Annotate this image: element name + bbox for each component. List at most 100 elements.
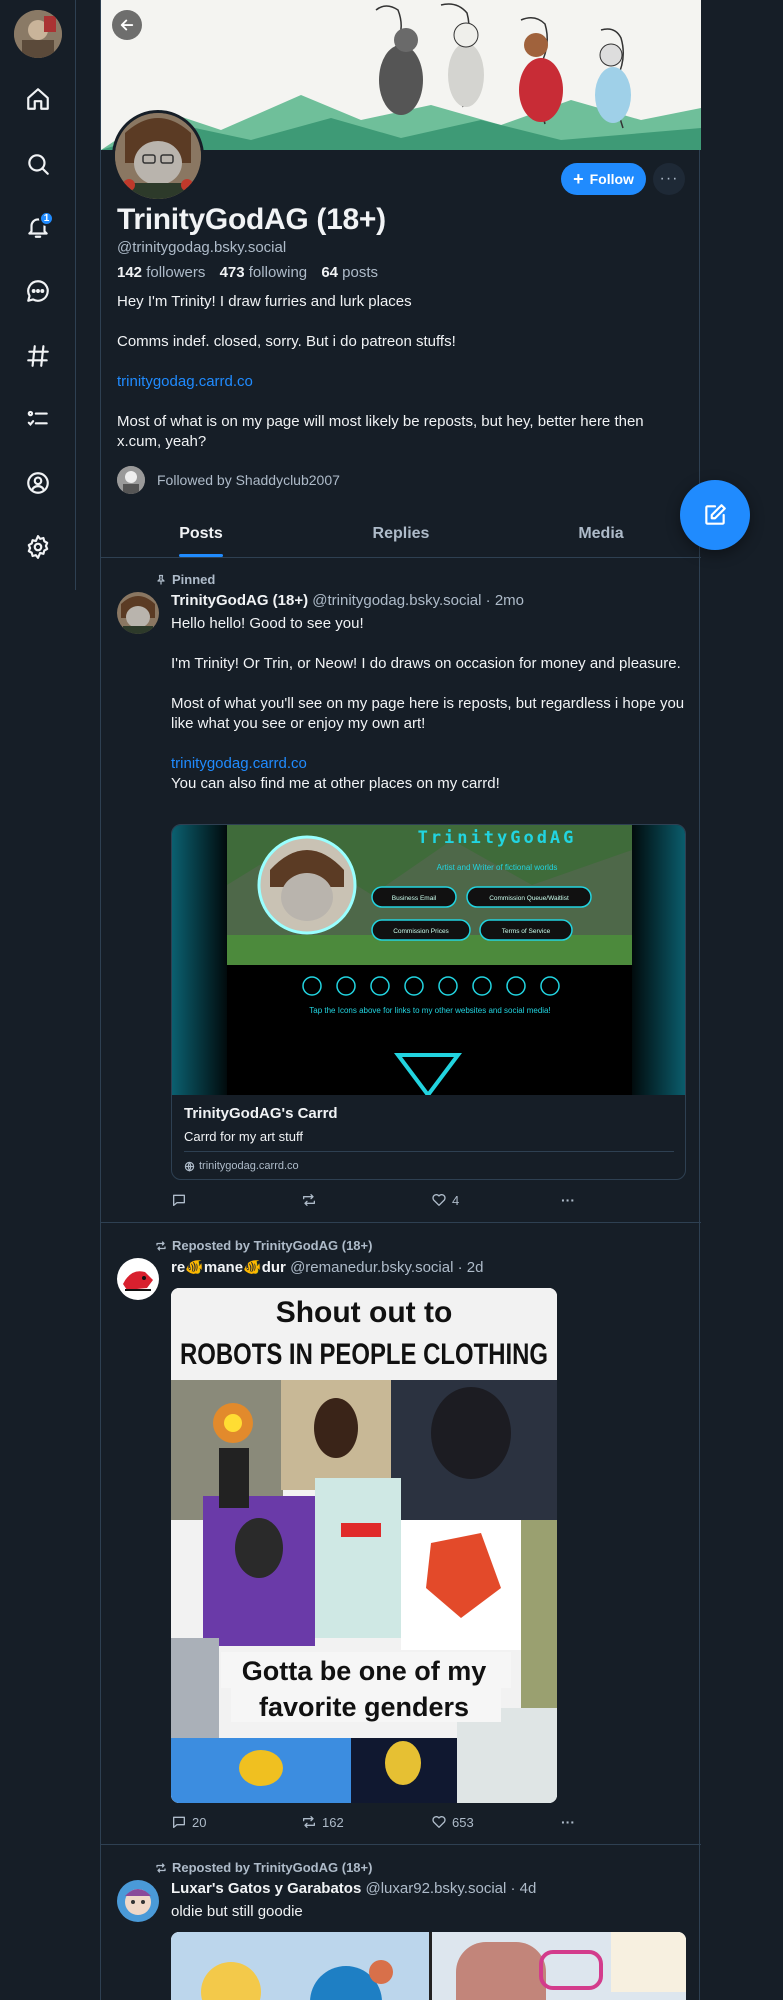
list-icon[interactable] [22,403,54,435]
post-author-avatar[interactable] [117,592,159,634]
carrd-button-label: Business Email [392,895,437,902]
home-icon[interactable] [22,83,54,115]
profile-more-button[interactable]: ··· [653,163,685,195]
reply-count: 20 [192,1814,207,1830]
pinned-label: Pinned [172,572,216,587]
profile-display-name: TrinityGodAG (18+) [117,203,386,236]
followers-link[interactable]: 142 followers [117,264,205,281]
post-author-name[interactable]: Luxar's Gatos y Garabatos [171,1880,361,1897]
image-caption-bottom: Gotta be one of my [242,1656,487,1686]
notifications-icon[interactable]: 1 [22,211,54,243]
repost-indicator[interactable]: Reposted by TrinityGodAG (18+) [155,1238,372,1253]
search-icon[interactable] [22,148,54,180]
back-button[interactable] [112,10,142,40]
tab-posts[interactable]: Posts [101,510,301,557]
more-options-icon: ··· [561,1814,575,1830]
post-paragraph: I'm Trinity! Or Trin, or Neow! I do draw… [171,655,681,672]
carrd-image-subtitle: Artist and Writer of fictional worlds [437,863,558,872]
post-author-name[interactable]: TrinityGodAG (18+) [171,592,308,609]
tab-replies[interactable]: Replies [301,510,501,557]
post-image[interactable] [171,1932,686,2000]
pin-icon [157,574,165,584]
link-card-description: Carrd for my art stuff [184,1129,303,1144]
like-button[interactable]: 653 [431,1814,561,1830]
left-sidebar: 1 [0,0,76,590]
carrd-image-title: TrinityGodAG [418,828,577,848]
posts-label: posts [342,264,379,281]
heart-icon [432,1816,446,1828]
compose-post-button[interactable] [680,480,750,550]
post-paragraph: oldie but still goodie [171,1903,303,1920]
post-more-button[interactable]: ··· [561,1192,575,1208]
followers-count: 142 [117,264,143,281]
link-preview-card[interactable]: TrinityGodAG Artist and Writer of fictio… [171,824,686,1180]
post-time[interactable]: · 4d [511,1880,537,1897]
post-author-handle[interactable]: @luxar92.bsky.social [365,1880,506,1897]
bio-line: Hey I'm Trinity! I draw furries and lurk… [117,293,412,310]
repost-icon [156,1240,166,1251]
following-link[interactable]: 473 following [220,264,308,281]
post-time[interactable]: · 2mo [486,592,524,609]
repost-button[interactable]: 162 [301,1814,431,1830]
carrd-button-label: Commission Queue/Waitlist [489,895,569,902]
image-caption-top: ROBOTS IN PEOPLE CLOTHING [180,1338,548,1371]
chat-icon[interactable] [22,275,54,307]
heart-icon [432,1194,446,1206]
post-author-handle[interactable]: @trinitygodag.bsky.social [312,592,481,609]
post-author-avatar[interactable] [117,1258,159,1300]
settings-icon[interactable] [22,531,54,563]
repost-icon [303,1816,315,1828]
post-paragraph: You can also find me at other places on … [171,775,500,792]
post-more-button[interactable]: ··· [561,1814,575,1830]
reply-icon [173,1194,185,1206]
followed-by-text: Followed by Shaddyclub2007 [157,472,340,488]
post-time[interactable]: · 2d [458,1259,484,1276]
post-divider [101,1222,701,1223]
hashtag-icon[interactable] [22,340,54,372]
bio-link[interactable]: trinitygodag.carrd.co [117,373,253,390]
globe-icon [184,1161,195,1172]
link-card-url-row: trinitygodag.carrd.co [184,1151,674,1172]
like-button[interactable]: 4 [431,1192,561,1208]
reply-button[interactable]: 20 [171,1814,301,1830]
carrd-tap-text: Tap the Icons above for links to my othe… [309,1006,550,1015]
reply-button[interactable] [171,1192,301,1208]
repost-icon [303,1194,315,1206]
post-header: Luxar's Gatos y Garabatos @luxar92.bsky.… [171,1880,536,1897]
followed-by-row[interactable]: Followed by Shaddyclub2007 [117,466,340,494]
image-caption-top: Shout out to [276,1296,453,1329]
tab-media[interactable]: Media [501,510,701,557]
post-body: Hello hello! Good to see you! I'm Trinit… [171,614,686,794]
following-count: 473 [219,264,245,281]
more-options-icon: ··· [561,1192,575,1208]
follow-button[interactable]: + Follow [561,163,646,195]
post-author-avatar[interactable] [117,1880,159,1922]
post-paragraph: Hello hello! Good to see you! [171,615,364,632]
post-paragraph: Most of what you'll see on my page here … [171,695,685,732]
post-author-name[interactable]: re🐠mane🐠dur [171,1259,286,1276]
link-preview-image: TrinityGodAG Artist and Writer of fictio… [172,825,685,1095]
profile-icon[interactable] [22,467,54,499]
carrd-button-label: Commission Prices [393,928,449,935]
post-link[interactable]: trinitygodag.carrd.co [171,755,307,772]
current-user-avatar[interactable] [14,10,62,58]
carrd-button-label: Terms of Service [502,928,551,935]
like-count: 4 [452,1192,460,1208]
arrow-left-icon [120,19,134,31]
posts-stat: 64 posts [321,264,378,281]
post-author-handle[interactable]: @remanedur.bsky.social [290,1259,453,1276]
bio-line: Comms indef. closed, sorry. But i do pat… [117,333,456,350]
repost-indicator[interactable]: Reposted by TrinityGodAG (18+) [155,1860,372,1875]
link-card-url: trinitygodag.carrd.co [199,1160,299,1172]
profile-avatar[interactable] [112,110,204,202]
profile-handle: @trinitygodag.bsky.social [117,239,287,256]
post-divider [101,1844,701,1845]
repost-button[interactable] [301,1192,431,1208]
post-image[interactable]: Shout out to ROBOTS IN PEOPLE CLOTHING G… [171,1288,557,1803]
notification-badge: 1 [39,211,54,226]
follow-label: Follow [589,171,634,187]
following-label: following [248,264,308,281]
reply-icon [173,1816,185,1828]
repost-label: Reposted by TrinityGodAG (18+) [172,1860,373,1875]
image-caption-bottom: favorite genders [259,1692,469,1722]
